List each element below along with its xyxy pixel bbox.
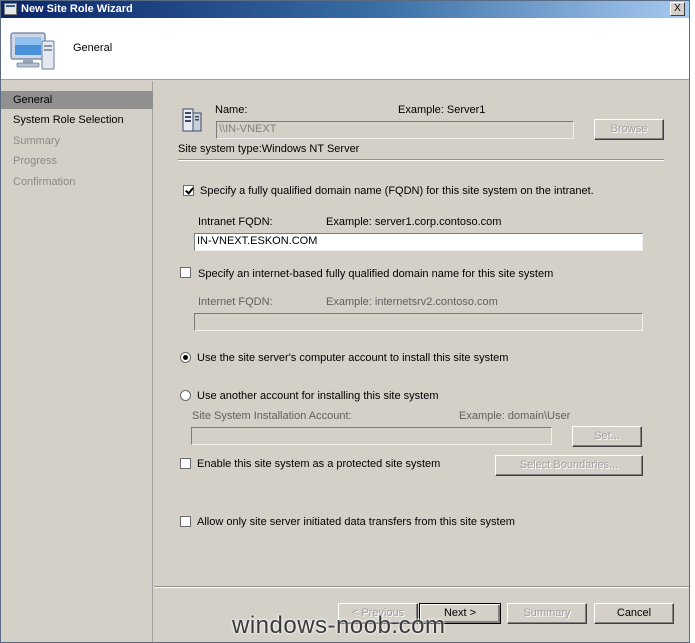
wizard-content: Name: Example: Server1 \\IN-VNEXT Browse… — [154, 81, 689, 642]
set-button[interactable]: Set... — [572, 426, 642, 447]
site-system-type: Site system type:Windows NT Server — [178, 143, 360, 155]
internet-fqdn-label: Internet FQDN: — [198, 296, 273, 308]
fqdn-checkbox[interactable] — [183, 185, 194, 196]
wizard-window: New Site Role Wizard X General General S… — [0, 0, 690, 643]
computer-monitor-icon — [10, 32, 55, 70]
close-button[interactable]: X — [670, 2, 685, 16]
install-account-example: Example: domain\User — [459, 410, 571, 422]
intranet-fqdn-label: Intranet FQDN: — [198, 216, 273, 228]
internet-fqdn-checkbox-label: Specify an internet-based fully qualifie… — [198, 268, 554, 280]
watermark-text: windows-noob.com — [232, 612, 446, 639]
select-boundaries-button[interactable]: Select Boundaries... — [495, 455, 643, 476]
title-bar[interactable]: New Site Role Wizard X — [1, 1, 689, 18]
name-example: Example: Server1 — [398, 104, 486, 116]
wizard-header: General — [1, 18, 689, 80]
fqdn-checkbox-label: Specify a fully qualified domain name (F… — [200, 185, 594, 197]
nav-item-system-role-selection[interactable]: System Role Selection — [1, 111, 153, 129]
cancel-button[interactable]: Cancel — [594, 603, 674, 624]
summary-button[interactable]: Summary — [507, 603, 587, 624]
nav-item-confirmation: Confirmation — [13, 176, 76, 188]
page-title: General — [73, 42, 113, 54]
other-account-radio[interactable] — [180, 390, 191, 401]
internet-fqdn-input[interactable] — [194, 313, 643, 331]
other-account-radio-label: Use another account for installing this … — [197, 390, 439, 402]
initiated-transfers-checkbox-label: Allow only site server initiated data tr… — [197, 516, 515, 528]
nav-item-general[interactable]: General — [1, 91, 153, 109]
footer-separator — [154, 586, 689, 588]
protected-checkbox[interactable] — [180, 458, 191, 469]
intranet-fqdn-input[interactable]: IN-VNEXT.ESKON.COM — [194, 233, 643, 251]
separator — [178, 159, 664, 161]
nav-item-progress: Progress — [13, 155, 58, 167]
computer-account-radio[interactable] — [180, 352, 191, 363]
install-account-label: Site System Installation Account: — [192, 410, 352, 422]
internet-fqdn-checkbox[interactable] — [180, 267, 191, 278]
intranet-fqdn-example: Example: server1.corp.contoso.com — [326, 216, 502, 228]
wizard-nav: General System Role Selection Summary Pr… — [1, 81, 153, 642]
window-title: New Site Role Wizard — [21, 3, 133, 15]
install-account-input[interactable] — [191, 427, 552, 445]
nav-item-summary: Summary — [13, 135, 61, 147]
name-input[interactable]: \\IN-VNEXT — [216, 121, 574, 139]
internet-fqdn-example: Example: internetsrv2.contoso.com — [326, 296, 498, 308]
computer-account-radio-label: Use the site server's computer account t… — [197, 352, 509, 364]
server-icon — [182, 108, 202, 132]
browse-button[interactable]: Browse — [594, 119, 664, 140]
protected-checkbox-label: Enable this site system as a protected s… — [197, 458, 441, 470]
wizard-window-icon — [4, 3, 17, 15]
initiated-transfers-checkbox[interactable] — [180, 516, 191, 527]
name-label: Name: — [215, 104, 248, 116]
